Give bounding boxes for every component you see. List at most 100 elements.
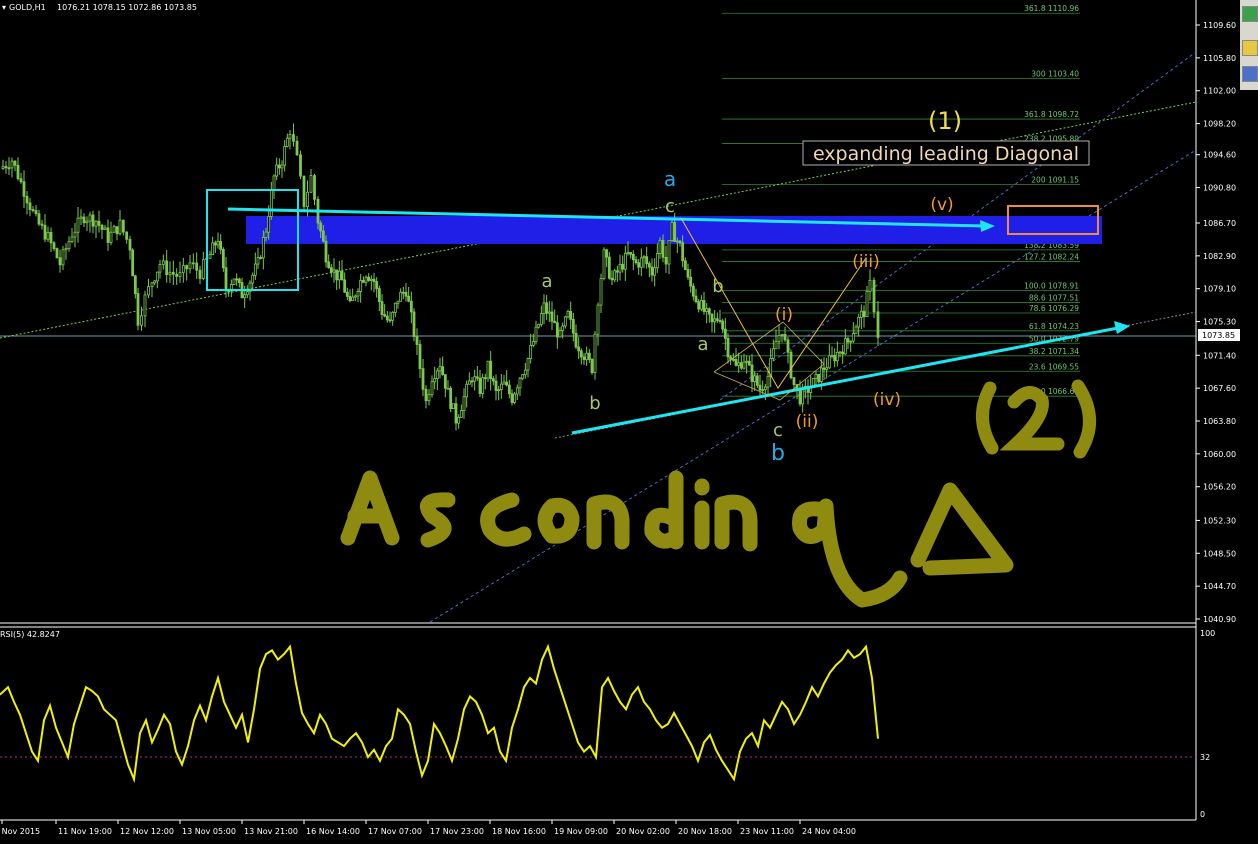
fib-level-label: 38.2 1071.34 xyxy=(1029,347,1079,356)
candle-body xyxy=(745,360,749,363)
candle-body xyxy=(851,333,855,342)
wave-c-bottom-label: c xyxy=(773,420,783,441)
candle-body xyxy=(710,313,714,323)
candle-body xyxy=(623,252,627,270)
candle-body xyxy=(747,360,751,366)
candle-body xyxy=(571,318,575,334)
candle-body xyxy=(650,266,654,276)
candle-body xyxy=(375,281,379,290)
candle-body xyxy=(49,231,53,244)
candle-body xyxy=(615,270,619,273)
candle-body xyxy=(478,377,482,394)
price-tick-label: 1102.00 xyxy=(1203,87,1236,96)
candle-body xyxy=(332,269,336,273)
candle-body xyxy=(553,320,557,324)
candle-body xyxy=(76,217,80,233)
candle-body xyxy=(292,134,295,142)
candle-body xyxy=(566,310,570,318)
candle-body xyxy=(10,160,14,169)
new-chart-icon[interactable] xyxy=(1242,6,1258,22)
candle-body xyxy=(407,295,411,302)
candle-body xyxy=(457,416,461,424)
candle-body xyxy=(424,388,428,402)
candle-body xyxy=(235,278,239,281)
candle-body xyxy=(838,351,842,354)
candle-body xyxy=(585,352,589,361)
candle-body xyxy=(143,294,147,317)
candle-body xyxy=(473,376,477,382)
price-tick-label: 1056.20 xyxy=(1203,483,1236,492)
candle-body xyxy=(112,226,116,233)
candle-body xyxy=(100,224,104,230)
candle-body xyxy=(661,239,665,258)
candle-body xyxy=(175,273,179,277)
candle-body xyxy=(561,325,565,331)
candle-body xyxy=(497,389,501,391)
data-window-icon[interactable] xyxy=(1242,66,1258,82)
candle-body xyxy=(306,191,309,208)
candle-body xyxy=(168,271,172,276)
candle-body xyxy=(1,166,5,169)
price-tick-label: 1071.40 xyxy=(1203,351,1236,360)
candle-body xyxy=(335,269,339,281)
candle-body xyxy=(256,257,260,265)
candle-body xyxy=(219,240,223,250)
candle-body xyxy=(70,236,74,243)
candle-body xyxy=(13,160,17,166)
candle-body xyxy=(526,358,530,371)
candle-body xyxy=(593,333,597,373)
candle-body xyxy=(513,393,517,403)
wave-a-left-label: a xyxy=(541,271,552,292)
candle-body xyxy=(467,380,471,385)
candle-body xyxy=(470,380,474,383)
time-tick-label: 24 Nov 04:00 xyxy=(802,827,856,836)
candle-body xyxy=(391,311,395,321)
candle-body xyxy=(88,214,92,222)
candle-body xyxy=(449,387,453,410)
candle-body xyxy=(115,226,119,235)
candle-body xyxy=(37,213,41,225)
candle-body xyxy=(441,366,445,375)
candle-body xyxy=(801,387,805,405)
rsi-level-32: 32 xyxy=(1200,753,1210,762)
candle-body xyxy=(721,320,725,330)
wave-v-label: (v) xyxy=(930,195,953,215)
candle-body xyxy=(763,386,767,391)
candle-body xyxy=(599,278,603,306)
candle-body xyxy=(245,291,249,296)
candle-body xyxy=(22,181,26,197)
candle-body xyxy=(396,300,400,304)
current-price-value: 1073.85 xyxy=(1202,331,1235,340)
price-chart[interactable]: ▾ GOLD,H1 1076.21 1078.15 1072.86 1073.8… xyxy=(0,0,1258,840)
time-tick-label: 23 Nov 11:00 xyxy=(740,827,794,836)
fib-level-label: 200 1091.15 xyxy=(1031,176,1079,185)
candle-body xyxy=(253,263,257,276)
candle-body xyxy=(489,360,493,380)
price-tick-label: 1094.60 xyxy=(1203,151,1236,160)
price-tick-label: 1044.70 xyxy=(1203,582,1236,591)
candle-body xyxy=(52,242,56,249)
price-tick-label: 1067.60 xyxy=(1203,384,1236,393)
candle-body xyxy=(726,337,730,358)
candle-body xyxy=(481,377,485,394)
candle-body xyxy=(418,344,422,369)
candle-body xyxy=(319,222,323,232)
candle-body xyxy=(421,368,425,390)
candle-body xyxy=(673,222,677,242)
candle-body xyxy=(188,262,192,270)
price-tick-label: 1090.80 xyxy=(1203,184,1236,193)
candle-body xyxy=(605,249,609,258)
candle-body xyxy=(321,230,325,242)
candle-body xyxy=(259,257,263,259)
candle-body xyxy=(686,269,690,278)
candle-body xyxy=(372,278,376,282)
candle-body xyxy=(755,375,759,386)
candle-body xyxy=(626,252,630,254)
candle-body xyxy=(739,362,743,369)
navigator-icon[interactable] xyxy=(1242,40,1258,56)
candle-body xyxy=(670,222,674,241)
candle-body xyxy=(857,316,861,328)
candle-body xyxy=(550,311,554,322)
wave-b-bottom-label: b xyxy=(771,441,785,466)
candle-body xyxy=(702,300,706,312)
